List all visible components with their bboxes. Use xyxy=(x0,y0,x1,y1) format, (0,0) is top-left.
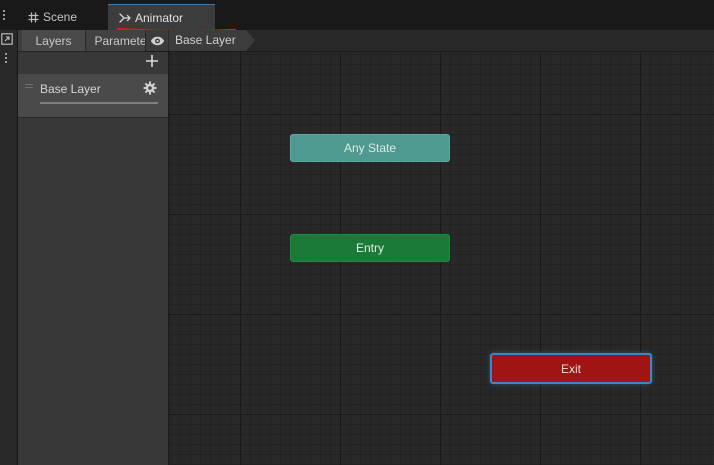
add-layer-plus-icon[interactable] xyxy=(144,53,160,69)
state-node-any-state[interactable]: Any State xyxy=(290,134,450,162)
layer-name: Base Layer xyxy=(40,82,101,96)
tab-animator-label: Animator xyxy=(135,10,184,25)
layer-settings-gear-icon[interactable] xyxy=(143,81,157,95)
animator-transition-icon xyxy=(119,12,131,23)
breadcrumb-label: Base Layer xyxy=(175,33,236,47)
state-machine-graph[interactable]: Any State Entry Exit xyxy=(169,52,714,465)
eye-icon[interactable] xyxy=(146,30,168,51)
layer-weight-slider[interactable] xyxy=(40,102,158,104)
tab-layers[interactable]: Layers xyxy=(22,30,86,51)
state-node-exit[interactable]: Exit xyxy=(490,353,652,384)
editor-tab-bar: Scene Animator xyxy=(0,0,714,33)
drag-handle-icon[interactable] xyxy=(25,84,33,88)
tab-scene-label: Scene xyxy=(43,10,78,24)
panel-menu-kebab-icon[interactable] xyxy=(1,53,11,63)
breadcrumb: Base Layer xyxy=(145,30,714,52)
state-node-entry[interactable]: Entry xyxy=(290,234,450,262)
layer-item-base[interactable]: Base Layer xyxy=(18,74,168,118)
grid-hash-icon xyxy=(28,12,39,23)
maximize-window-icon[interactable] xyxy=(1,33,13,48)
layers-panel: Layers Parameters Base Layer xyxy=(18,30,169,465)
window-menu-kebab-icon[interactable] xyxy=(0,10,8,26)
side-strip xyxy=(0,30,18,465)
breadcrumb-item-base-layer[interactable]: Base Layer xyxy=(169,30,255,51)
tab-scene[interactable]: Scene xyxy=(22,4,108,30)
layers-toolbar xyxy=(18,52,168,72)
